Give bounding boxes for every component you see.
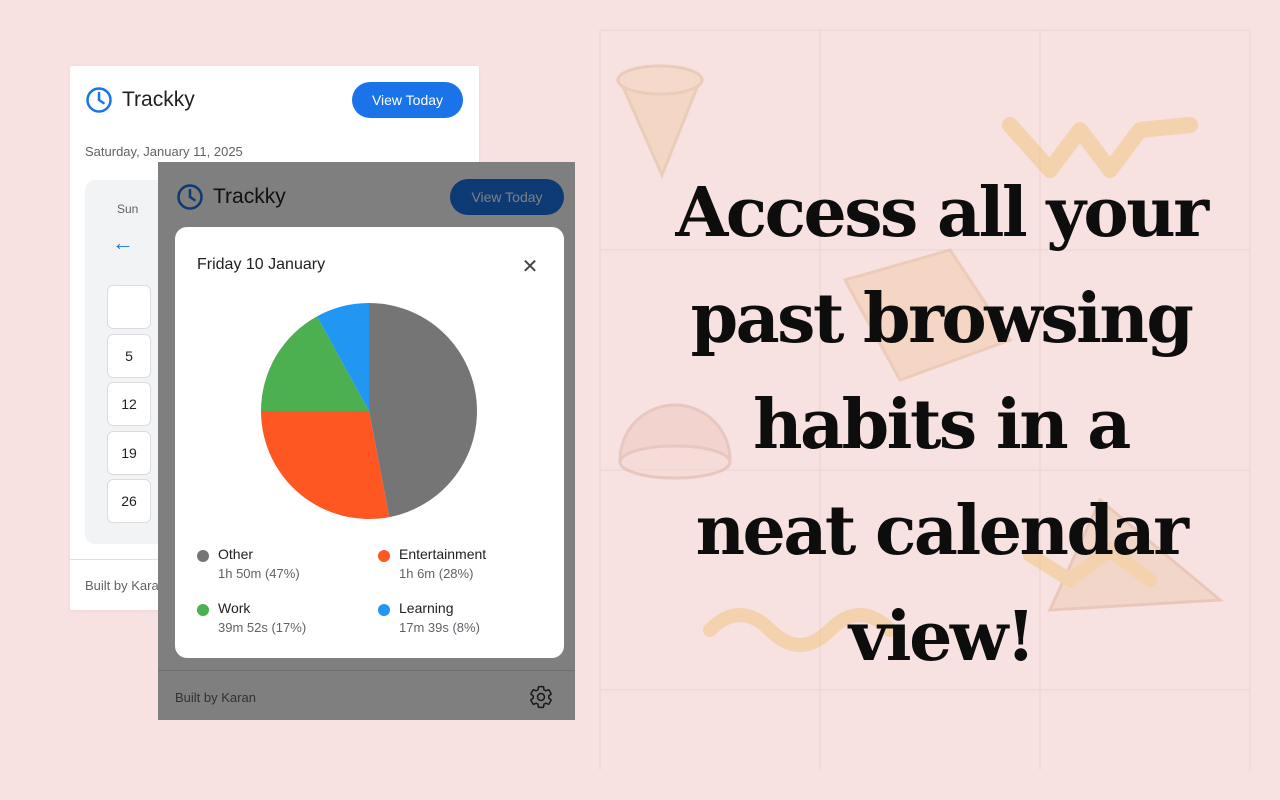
legend-item-learning: Learning 17m 39s (8%) xyxy=(378,600,548,640)
legend-value: 1h 6m (28%) xyxy=(399,566,474,581)
arrow-left-icon[interactable]: ← xyxy=(112,232,134,254)
calendar-day[interactable]: 19 xyxy=(107,431,151,475)
pie-slice-other xyxy=(369,303,478,518)
legend-dot xyxy=(197,604,209,616)
headline-line: past browsing xyxy=(690,279,1194,359)
calendar-day[interactable]: 5 xyxy=(107,334,151,378)
pie-slice-entertainment xyxy=(261,411,390,519)
brand: Trackky xyxy=(85,86,195,114)
modal-title: Friday 10 January xyxy=(197,256,326,273)
legend-label: Work xyxy=(218,600,251,616)
headline-line: Access all your xyxy=(675,173,1209,253)
headline-line: neat calendar xyxy=(695,491,1189,571)
headline-line: view! xyxy=(848,597,1036,677)
legend-item-other: Other 1h 50m (47%) xyxy=(197,546,367,586)
calendar-day[interactable]: 26 xyxy=(107,479,151,523)
calendar-day[interactable]: 12 xyxy=(107,382,151,426)
app-name: Trackky xyxy=(122,88,195,111)
legend-dot xyxy=(378,604,390,616)
headline-line: habits in a xyxy=(753,385,1131,465)
legend-dot xyxy=(197,550,209,562)
legend-dot xyxy=(378,550,390,562)
usage-pie-chart xyxy=(261,303,478,519)
legend-label: Other xyxy=(218,546,254,562)
legend-item-entertainment: Entertainment 1h 6m (28%) xyxy=(378,546,548,586)
weekday-label: Sun xyxy=(117,202,139,216)
headline: Access all your past browsing habits in … xyxy=(650,160,1232,690)
current-date: Saturday, January 11, 2025 xyxy=(85,144,243,159)
legend-value: 1h 50m (47%) xyxy=(218,566,300,581)
legend-label: Learning xyxy=(399,600,454,616)
view-today-button[interactable]: View Today xyxy=(352,82,463,118)
calendar-day[interactable] xyxy=(107,285,151,329)
legend-value: 17m 39s (8%) xyxy=(399,620,480,635)
close-icon[interactable]: ✕ xyxy=(516,252,544,280)
footer-credit: Built by Karan xyxy=(85,578,166,593)
legend-value: 39m 52s (17%) xyxy=(218,620,307,635)
day-summary-modal: Friday 10 January ✕ Other 1h 50m (47%) E… xyxy=(175,227,564,658)
legend-label: Entertainment xyxy=(399,546,487,562)
clock-icon xyxy=(86,87,112,113)
legend-item-work: Work 39m 52s (17%) xyxy=(197,600,367,640)
